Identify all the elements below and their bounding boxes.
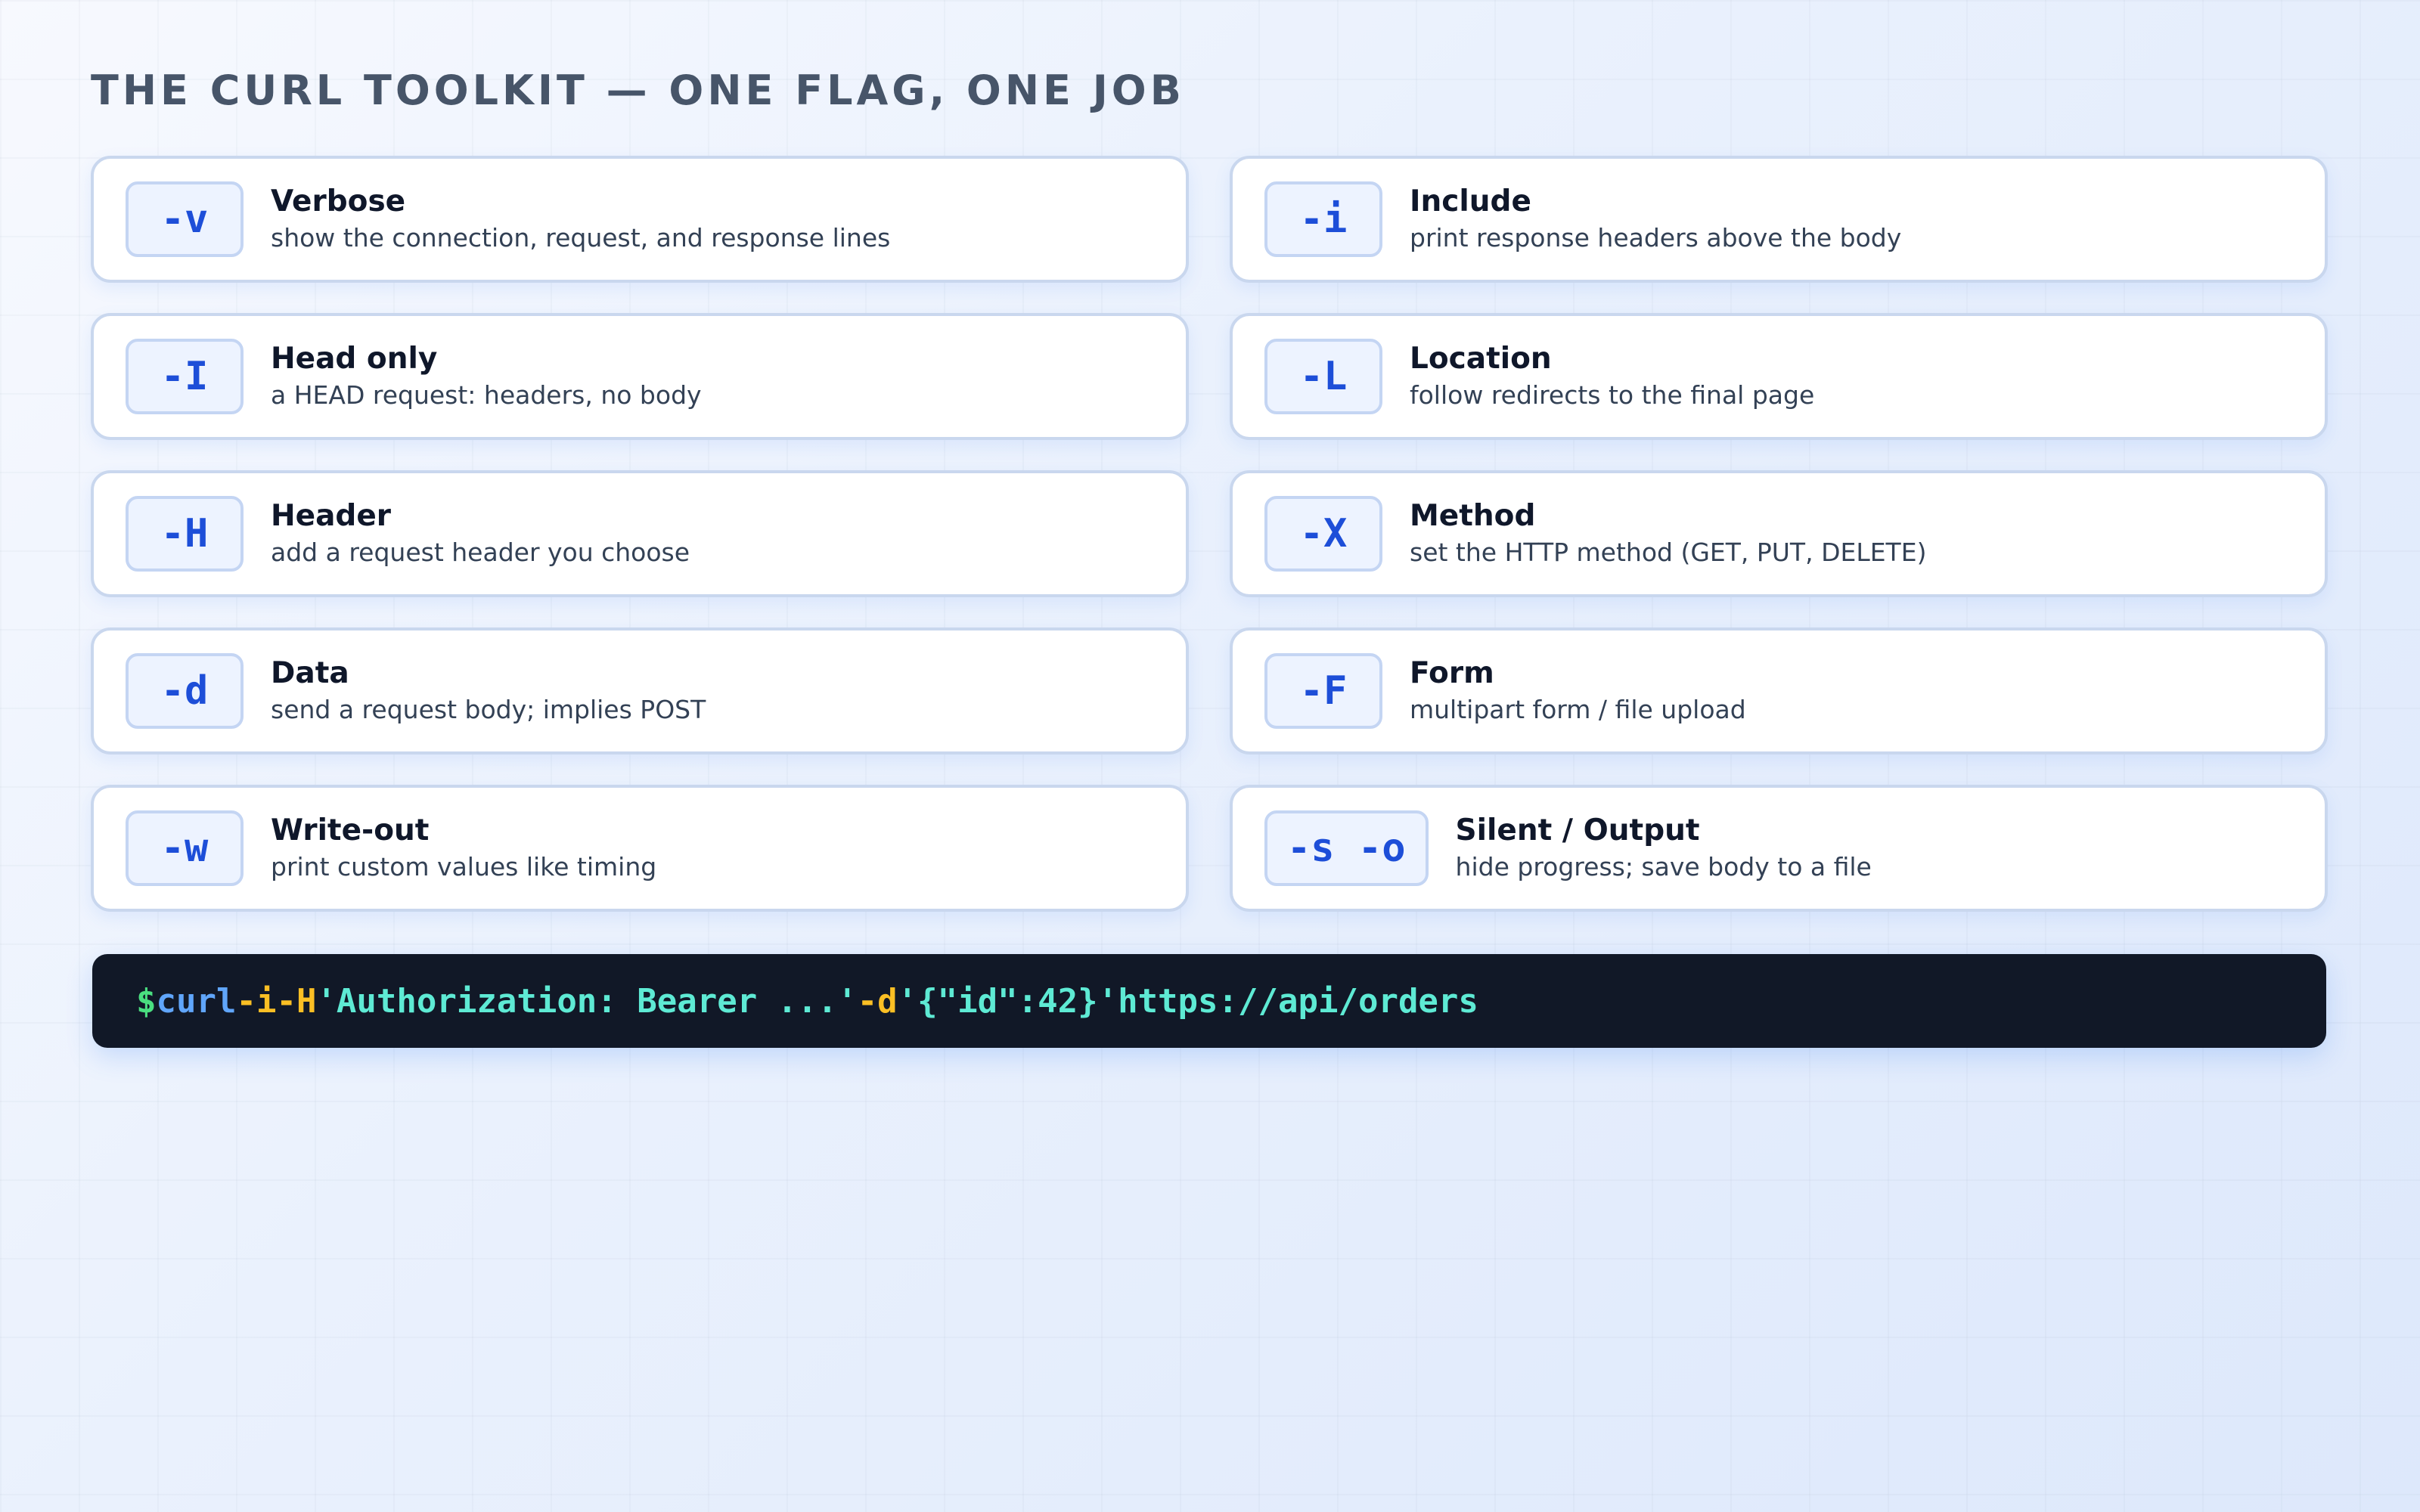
- flag-name: Method: [1410, 499, 1536, 533]
- flag-text: Verbose show the connection, request, an…: [271, 183, 890, 256]
- flag-badge: -w: [126, 810, 244, 886]
- command-example: $ curl -i -H 'Authorization: Bearer ...'…: [92, 954, 2326, 1048]
- flag-card-method: -X Method set the HTTP method (GET, PUT,…: [1230, 470, 2328, 597]
- flag-text: Head only a HEAD request: headers, no bo…: [271, 340, 702, 413]
- page-title: THE CURL TOOLKIT — ONE FLAG, ONE JOB: [91, 67, 1185, 114]
- flag-description: a HEAD request: headers, no body: [271, 380, 702, 410]
- flag-text: Include print response headers above the…: [1410, 183, 1901, 256]
- flag-text: Method set the HTTP method (GET, PUT, DE…: [1410, 497, 1926, 570]
- flag-name: Write-out: [271, 813, 430, 847]
- prompt-symbol: $: [136, 981, 157, 1021]
- flag-text: Data send a request body; implies POST: [271, 655, 706, 727]
- flag-card-verbose: -v Verbose show the connection, request,…: [91, 156, 1189, 283]
- flag-card-grid: -v Verbose show the connection, request,…: [91, 156, 2328, 912]
- command-string-arg: 'Authorization: Bearer ...': [316, 981, 858, 1021]
- flag-card-data: -d Data send a request body; implies POS…: [91, 627, 1189, 754]
- command-flag: -i: [236, 981, 277, 1021]
- flag-description: print response headers above the body: [1410, 223, 1902, 253]
- flag-card-write-out: -w Write-out print custom values like ti…: [91, 785, 1189, 912]
- flag-description: print custom values like timing: [271, 852, 657, 881]
- command-url: https://api/orders: [1118, 981, 1478, 1021]
- flag-badge: -i: [1264, 181, 1382, 257]
- flag-card-include: -i Include print response headers above …: [1230, 156, 2328, 283]
- flag-name: Verbose: [271, 184, 406, 218]
- flag-text: Write-out print custom values like timin…: [271, 812, 656, 885]
- flag-badge: -I: [126, 339, 244, 414]
- flag-text: Header add a request header you choose: [271, 497, 690, 570]
- flag-name: Head only: [271, 342, 438, 376]
- flag-description: send a request body; implies POST: [271, 695, 706, 724]
- flag-description: add a request header you choose: [271, 538, 690, 567]
- flag-description: hide progress; save body to a file: [1455, 852, 1872, 881]
- flag-badge: -X: [1264, 496, 1382, 572]
- command-flag: -d: [857, 981, 898, 1021]
- flag-name: Include: [1410, 184, 1531, 218]
- flag-badge: -d: [126, 653, 244, 729]
- flag-description: follow redirects to the final page: [1410, 380, 1815, 410]
- flag-name: Location: [1410, 342, 1552, 376]
- command-flag: -H: [276, 981, 317, 1021]
- flag-description: multipart form / file upload: [1410, 695, 1746, 724]
- flag-text: Form multipart form / file upload: [1410, 655, 1746, 727]
- flag-badge: -H: [126, 496, 244, 572]
- flag-name: Data: [271, 656, 349, 690]
- flag-card-header: -H Header add a request header you choos…: [91, 470, 1189, 597]
- command-string-arg: '{"id":42}': [897, 981, 1118, 1021]
- flag-badge: -F: [1264, 653, 1382, 729]
- flag-badge: -v: [126, 181, 244, 257]
- flag-text: Location follow redirects to the final p…: [1410, 340, 1814, 413]
- flag-card-silent-output: -s -o Silent / Output hide progress; sav…: [1230, 785, 2328, 912]
- flag-name: Header: [271, 499, 392, 533]
- flag-card-form: -F Form multipart form / file upload: [1230, 627, 2328, 754]
- flag-text: Silent / Output hide progress; save body…: [1456, 812, 1872, 885]
- flag-description: set the HTTP method (GET, PUT, DELETE): [1410, 538, 1927, 567]
- flag-badge: -s -o: [1264, 810, 1429, 886]
- flag-card-head-only: -I Head only a HEAD request: headers, no…: [91, 313, 1189, 440]
- flag-description: show the connection, request, and respon…: [271, 223, 891, 253]
- flag-name: Form: [1410, 656, 1494, 690]
- flag-card-location: -L Location follow redirects to the fina…: [1230, 313, 2328, 440]
- command-name: curl: [156, 981, 237, 1021]
- flag-name: Silent / Output: [1455, 813, 1700, 847]
- flag-badge: -L: [1264, 339, 1382, 414]
